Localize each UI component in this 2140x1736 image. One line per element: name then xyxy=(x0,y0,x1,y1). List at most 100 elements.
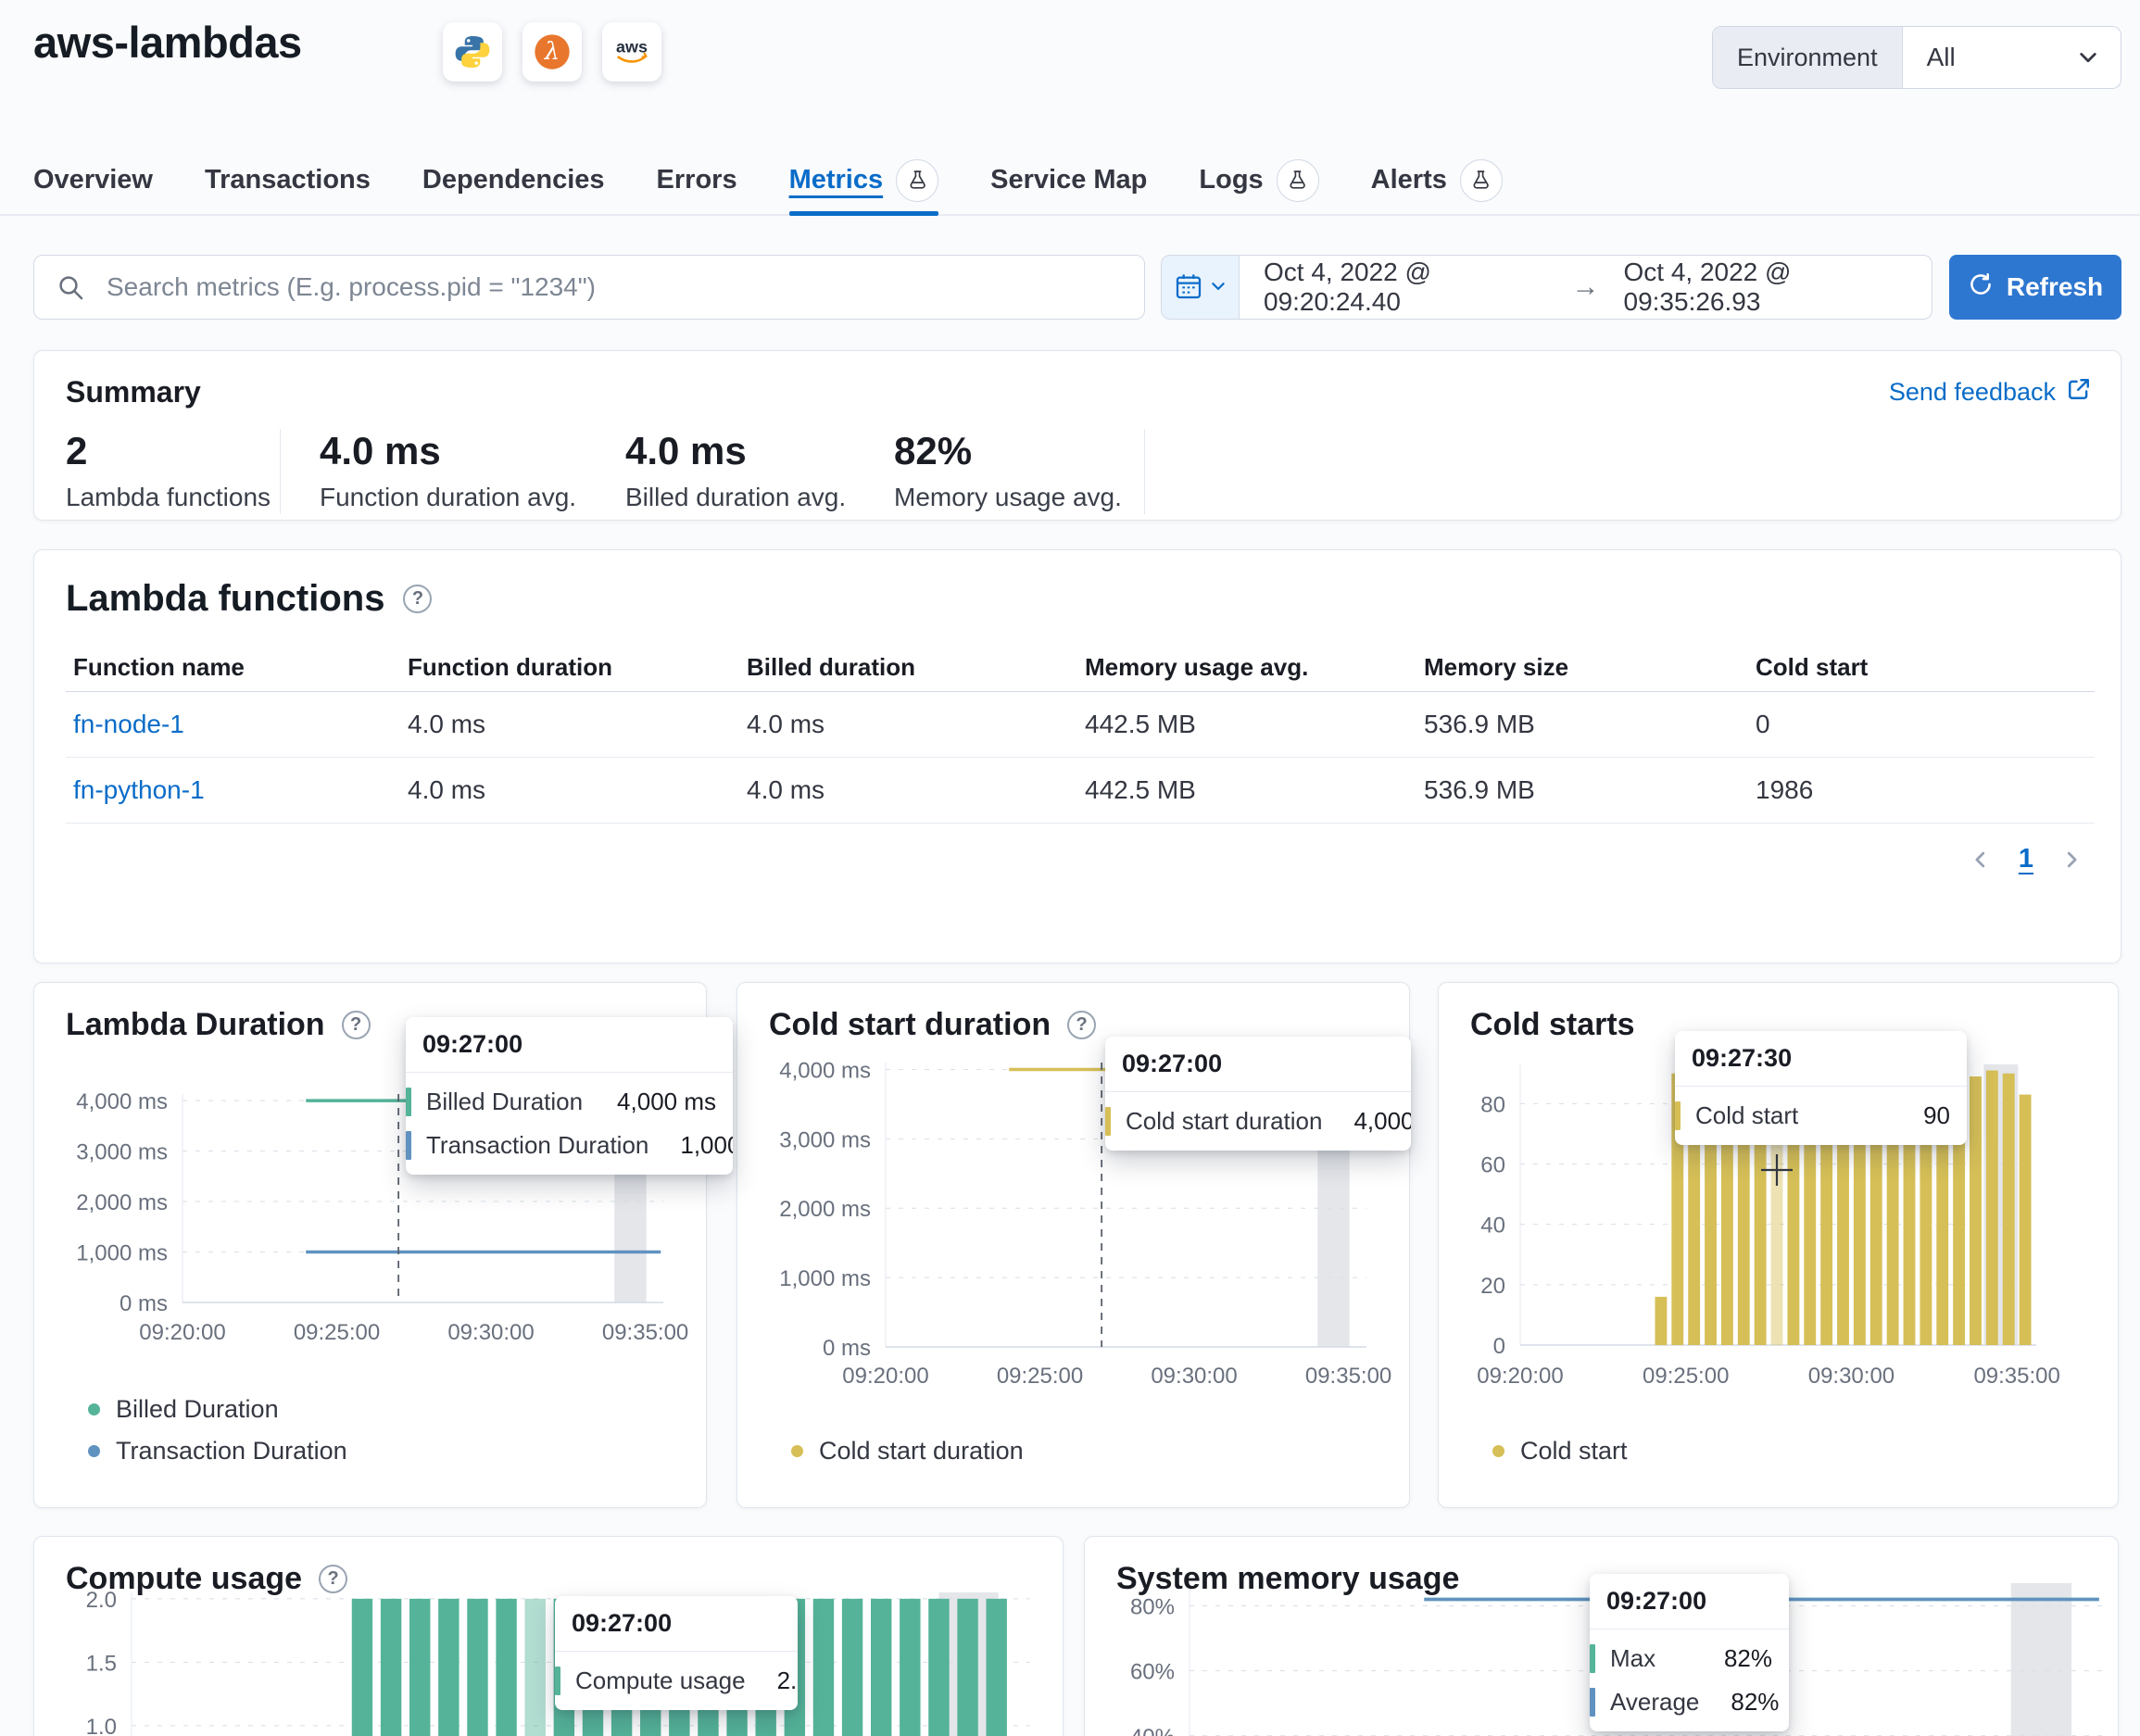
tooltip-value: 82% xyxy=(1724,1644,1772,1673)
series-swatch xyxy=(1675,1101,1681,1130)
x-axis-label: 09:30:00 xyxy=(1808,1364,1895,1389)
help-icon[interactable] xyxy=(1067,1011,1096,1039)
beaker-icon xyxy=(1460,159,1503,202)
y-axis-label: 0 xyxy=(1493,1334,1505,1359)
bar[interactable] xyxy=(381,1599,401,1736)
bar[interactable] xyxy=(1655,1297,1667,1345)
chevron-down-icon xyxy=(1209,277,1227,298)
bar[interactable] xyxy=(467,1599,487,1736)
x-axis-label: 09:20:00 xyxy=(1477,1364,1563,1389)
stat-billed-duration: 4.0 ms Billed duration avg. xyxy=(625,429,846,512)
function-link[interactable]: fn-node-1 xyxy=(73,710,184,738)
legend-item[interactable]: Billed Duration xyxy=(88,1395,279,1424)
bar[interactable] xyxy=(1970,1076,1982,1345)
bar[interactable] xyxy=(438,1599,459,1736)
help-icon[interactable] xyxy=(403,585,432,613)
bar[interactable] xyxy=(525,1599,546,1736)
tooltip-value: 4,000 ms xyxy=(617,1088,716,1116)
chart-tooltip: 09:27:30Cold start90 xyxy=(1675,1031,1967,1145)
function-link[interactable]: fn-python-1 xyxy=(73,775,205,804)
tab-dependencies[interactable]: Dependencies xyxy=(422,146,605,214)
tooltip-label: Max xyxy=(1610,1644,1724,1673)
tooltip-value: 1,000 ms xyxy=(680,1131,733,1160)
page-number[interactable]: 1 xyxy=(2019,844,2033,874)
legend-item[interactable]: Cold start xyxy=(1492,1437,1628,1466)
page-title: aws-lambdas xyxy=(33,17,302,68)
tab-overview[interactable]: Overview xyxy=(33,146,153,214)
bar[interactable] xyxy=(2020,1095,2032,1345)
send-feedback-link[interactable]: Send feedback xyxy=(1889,377,2091,408)
y-axis-label: 1.0 xyxy=(86,1715,117,1736)
cold-starts-chart-panel: Cold starts 80604020009:20:0009:25:0009:… xyxy=(1438,982,2119,1508)
tab-errors[interactable]: Errors xyxy=(657,146,737,214)
series-swatch xyxy=(555,1667,560,1695)
summary-title: Summary xyxy=(66,375,201,409)
y-axis-label: 60 xyxy=(1480,1153,1505,1178)
tooltip-time: 09:27:00 xyxy=(1105,1037,1411,1092)
bar[interactable] xyxy=(842,1599,862,1736)
bar[interactable] xyxy=(900,1599,920,1736)
stat-function-duration: 4.0 ms Function duration avg. xyxy=(320,429,576,512)
x-axis-label: 09:30:00 xyxy=(1151,1364,1237,1389)
y-axis-label: 1,000 ms xyxy=(779,1266,871,1291)
chart-tooltip: 09:27:00 Cold start duration4,000 ms xyxy=(1105,1037,1411,1151)
x-axis-label: 09:35:00 xyxy=(1305,1364,1391,1389)
environment-select[interactable]: Environment All xyxy=(1712,26,2121,89)
y-axis-label: 80% xyxy=(1130,1595,1175,1620)
compute-usage-chart-panel: Compute usage 2.01.51.0 09:27:00Compute … xyxy=(33,1536,1064,1736)
tooltip-row: Cold start90 xyxy=(1675,1094,1967,1138)
y-axis-label: 4,000 ms xyxy=(779,1058,871,1083)
bar[interactable] xyxy=(496,1599,516,1736)
next-page-button[interactable] xyxy=(2061,849,2082,870)
bar[interactable] xyxy=(409,1599,430,1736)
bar[interactable] xyxy=(813,1599,834,1736)
bar[interactable] xyxy=(871,1599,891,1736)
divider xyxy=(280,429,281,514)
legend-item[interactable]: Cold start duration xyxy=(791,1437,1024,1466)
tooltip-time: 09:27:00 xyxy=(406,1017,733,1073)
y-axis-label: 0 ms xyxy=(823,1336,871,1361)
help-icon[interactable] xyxy=(342,1011,371,1039)
summary-panel: Summary Send feedback 2 Lambda functions… xyxy=(33,350,2121,521)
y-axis-label: 20 xyxy=(1480,1274,1505,1299)
aws-lambda-icon: λ xyxy=(522,22,582,82)
tooltip-row: Cold start duration4,000 ms xyxy=(1105,1100,1411,1143)
series-swatch xyxy=(1590,1688,1595,1717)
bar[interactable] xyxy=(986,1599,1006,1736)
tooltip-label: Billed Duration xyxy=(426,1088,617,1116)
bar[interactable] xyxy=(352,1599,372,1736)
previous-page-button[interactable] xyxy=(1970,849,1991,870)
tooltip-label: Average xyxy=(1610,1688,1731,1717)
legend-item[interactable]: Transaction Duration xyxy=(88,1437,347,1466)
python-icon xyxy=(443,22,502,82)
refresh-button[interactable]: Refresh xyxy=(1949,255,2121,320)
date-picker-button[interactable] xyxy=(1161,255,1240,320)
calendar-icon xyxy=(1174,271,1203,304)
legend-dot-icon xyxy=(88,1403,100,1415)
search-input[interactable] xyxy=(33,255,1145,320)
y-axis-label: 1.5 xyxy=(86,1651,117,1676)
tab-logs[interactable]: Logs xyxy=(1199,146,1318,214)
bar[interactable] xyxy=(2003,1074,2015,1345)
date-range-field[interactable]: Oct 4, 2022 @ 09:20:24.40 → Oct 4, 2022 … xyxy=(1240,255,1932,320)
search-icon xyxy=(56,272,85,307)
tab-service-map[interactable]: Service Map xyxy=(990,146,1147,214)
cold-start-duration-chart-panel: Cold start duration 4,000 ms3,000 ms2,00… xyxy=(736,982,1410,1508)
beaker-icon xyxy=(1277,159,1319,202)
bar[interactable] xyxy=(957,1599,977,1736)
date-range-start[interactable]: Oct 4, 2022 @ 09:20:24.40 xyxy=(1264,258,1548,317)
tab-transactions[interactable]: Transactions xyxy=(205,146,371,214)
x-axis-label: 09:25:00 xyxy=(997,1364,1083,1389)
tab-metrics[interactable]: Metrics xyxy=(789,146,939,214)
date-range-end[interactable]: Oct 4, 2022 @ 09:35:26.93 xyxy=(1624,258,1908,317)
tooltip-time: 09:27:00 xyxy=(555,1596,798,1652)
x-axis-label: 09:35:00 xyxy=(602,1320,688,1345)
help-icon[interactable] xyxy=(319,1565,347,1593)
series-swatch xyxy=(1590,1644,1595,1673)
bar[interactable] xyxy=(928,1599,949,1736)
y-axis-label: 3,000 ms xyxy=(76,1140,168,1165)
bar[interactable] xyxy=(1986,1071,1998,1345)
y-axis-label: 80 xyxy=(1480,1092,1505,1117)
tooltip-value: 4,000 ms xyxy=(1353,1107,1411,1136)
tab-alerts[interactable]: Alerts xyxy=(1371,146,1503,214)
